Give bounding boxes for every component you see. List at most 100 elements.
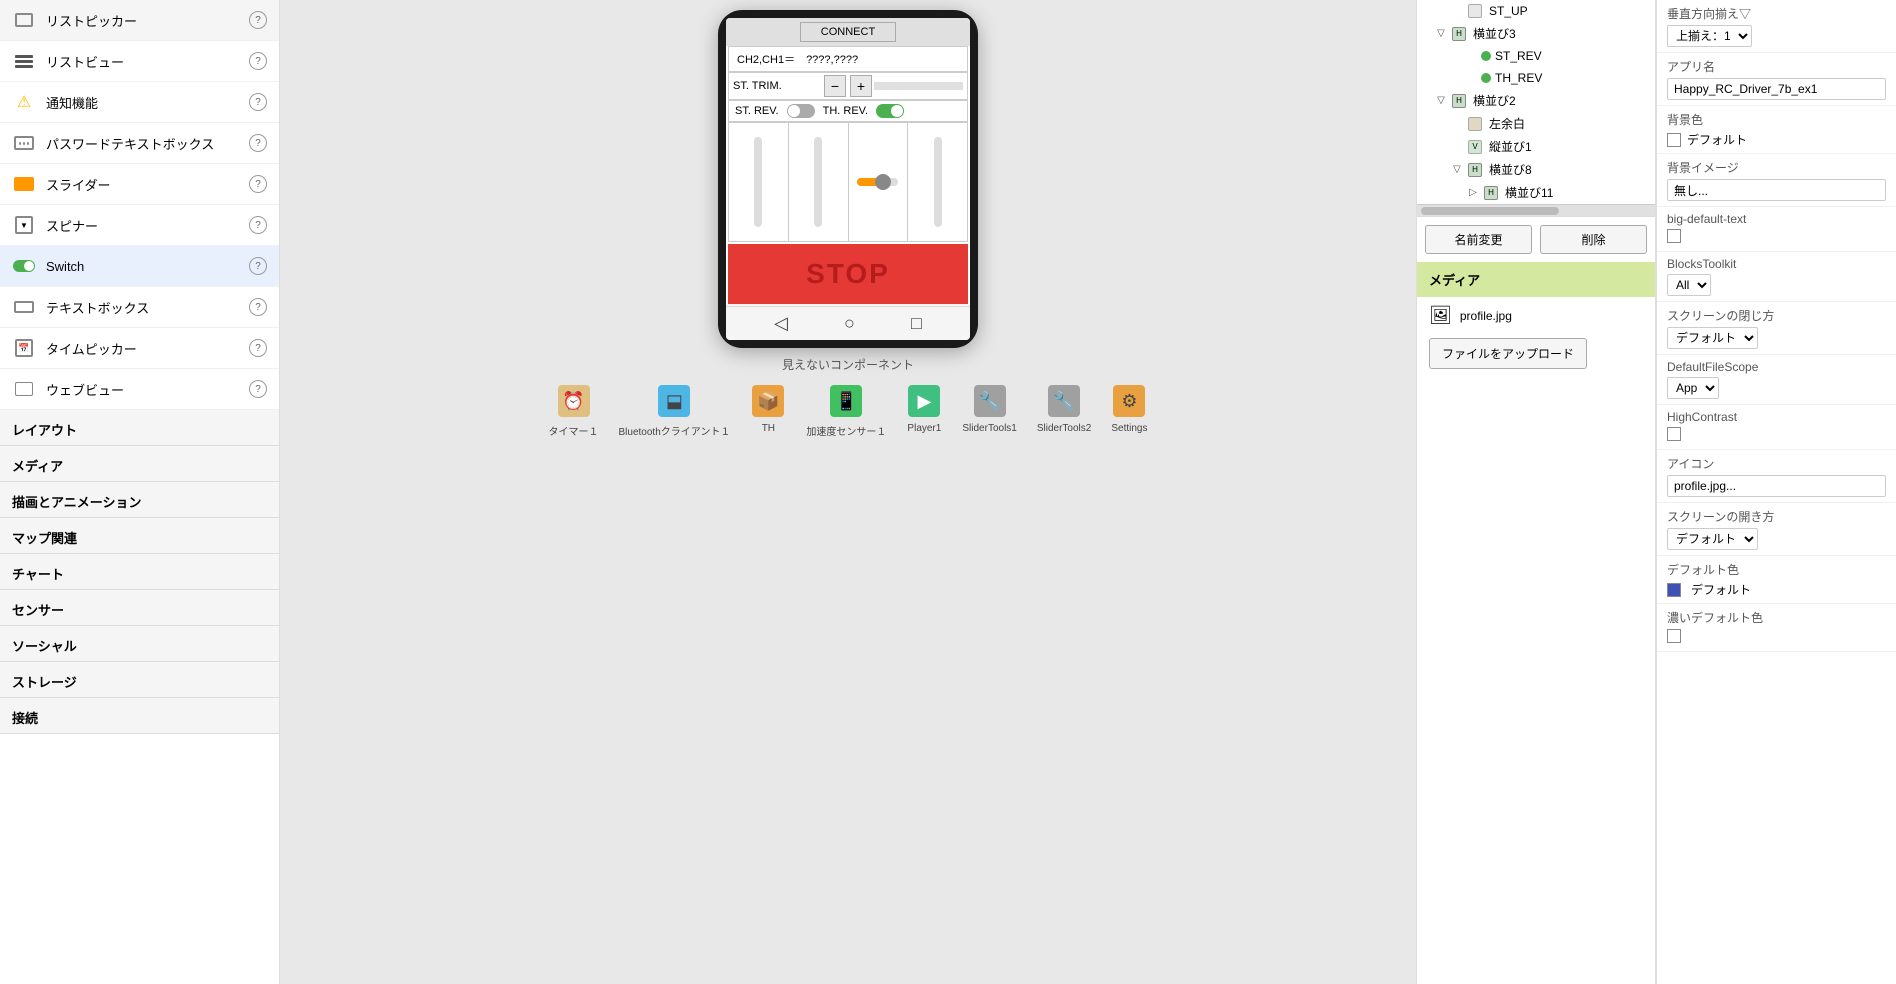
nav-back-icon[interactable]: ◁: [774, 313, 788, 334]
prop-input-app-name[interactable]: [1667, 78, 1886, 100]
prop-select-vertical-alignment[interactable]: 上揃え：1: [1667, 25, 1752, 47]
phone-screen: CONNECT CH2,CH1＝ ????,???? ST. TRIM. − +: [726, 18, 970, 340]
ch-label: CH2,CH1＝ ????,????: [737, 54, 858, 66]
prop-select-screen-open[interactable]: デフォルト: [1667, 528, 1758, 550]
tree-item-th-rev[interactable]: TH_REV: [1417, 67, 1655, 89]
prop-input-background-image[interactable]: [1667, 179, 1886, 201]
help-icon-list-picker[interactable]: ?: [249, 11, 267, 29]
prop-checkbox-background-color[interactable]: [1667, 133, 1681, 147]
help-icon-spinner[interactable]: ?: [249, 216, 267, 234]
inv-bluetooth1[interactable]: ⬓ Bluetoothクライアント１: [619, 383, 731, 438]
nav-home-icon[interactable]: ○: [844, 313, 855, 334]
sidebar-item-spinner[interactable]: ▼ スピナー ?: [0, 205, 279, 246]
help-icon-notification[interactable]: ?: [249, 93, 267, 111]
category-media[interactable]: メディア: [0, 446, 279, 482]
help-icon-webview[interactable]: ?: [249, 380, 267, 398]
delete-button[interactable]: 削除: [1540, 225, 1647, 254]
tree-item-horizontal8[interactable]: ▽ H 横並び8: [1417, 158, 1655, 181]
inv-settings[interactable]: ⚙ Settings: [1111, 383, 1147, 438]
media-title: メディア: [1429, 273, 1480, 288]
vertical-slider-3[interactable]: [934, 137, 942, 227]
tree-item-st-up[interactable]: ST_UP: [1417, 0, 1655, 22]
sidebar-item-notification[interactable]: ⚠ 通知機能 ?: [0, 82, 279, 123]
prop-checkbox-high-contrast[interactable]: [1667, 427, 1681, 441]
tree-scrollbar[interactable]: [1417, 204, 1655, 216]
tree-item-st-rev[interactable]: ST_REV: [1417, 45, 1655, 67]
tree-icon-horizontal3: H: [1449, 26, 1469, 42]
tree-item-horizontal11[interactable]: ▷ H 横並び11: [1417, 181, 1655, 204]
sidebar-item-switch[interactable]: Switch ?: [0, 246, 279, 287]
help-icon-list-view[interactable]: ?: [249, 52, 267, 70]
tree-toggle-horizontal2[interactable]: ▽: [1433, 93, 1449, 109]
category-drawing[interactable]: 描画とアニメーション: [0, 482, 279, 518]
inv-slidertools1[interactable]: 🔧 SliderTools1: [962, 383, 1016, 438]
tree-item-left-margin[interactable]: 左余白: [1417, 112, 1655, 135]
category-connectivity[interactable]: 接続: [0, 698, 279, 734]
sidebar-item-timepicker[interactable]: 📅 タイムピッカー ?: [0, 328, 279, 369]
trim-minus-button[interactable]: −: [824, 75, 846, 97]
tree-item-vertical1[interactable]: V 縦並び1: [1417, 135, 1655, 158]
tree-label-horizontal11: 横並び11: [1505, 184, 1553, 201]
help-icon-switch[interactable]: ?: [249, 257, 267, 275]
slider-col-4[interactable]: [908, 123, 967, 241]
tree-toggle-horizontal8[interactable]: ▽: [1449, 162, 1465, 178]
rename-button[interactable]: 名前変更: [1425, 225, 1532, 254]
slider-col-1[interactable]: [729, 123, 789, 241]
trim-plus-button[interactable]: +: [850, 75, 872, 97]
th-rev-toggle[interactable]: [876, 104, 904, 118]
prop-screen-open: スクリーンの開き方 デフォルト: [1657, 503, 1896, 556]
inv-accelerometer1[interactable]: 📱 加速度センサー１: [806, 383, 886, 438]
h-slider-thumb[interactable]: [875, 174, 891, 190]
help-icon-slider[interactable]: ?: [249, 175, 267, 193]
accelerometer1-icon: 📱: [828, 383, 864, 419]
slider-col-2[interactable]: [789, 123, 849, 241]
category-charts[interactable]: チャート: [0, 554, 279, 590]
category-maps[interactable]: マップ関連: [0, 518, 279, 554]
player1-icon: ▶: [906, 383, 942, 419]
connect-button[interactable]: CONNECT: [800, 22, 896, 42]
h-slider-track[interactable]: [857, 178, 898, 186]
category-social[interactable]: ソーシャル: [0, 626, 279, 662]
tree-label-st-rev: ST_REV: [1495, 49, 1542, 63]
webview-icon: [12, 377, 36, 401]
sidebar-item-password-textbox[interactable]: パスワードテキストボックス ?: [0, 123, 279, 164]
inv-timer1[interactable]: ⏰ タイマー１: [549, 383, 599, 438]
category-sensors[interactable]: センサー: [0, 590, 279, 626]
sidebar-item-webview[interactable]: ウェブビュー ?: [0, 369, 279, 410]
vertical-slider-1[interactable]: [754, 137, 762, 227]
tree-item-horizontal2[interactable]: ▽ H 横並び2: [1417, 89, 1655, 112]
tree-toggle-horizontal3[interactable]: ▽: [1433, 26, 1449, 42]
help-icon-textbox[interactable]: ?: [249, 298, 267, 316]
prop-app-name: アプリ名: [1657, 53, 1896, 106]
inv-slidertools2[interactable]: 🔧 SliderTools2: [1037, 383, 1091, 438]
inv-th[interactable]: 📦 TH: [750, 383, 786, 438]
nav-recent-icon[interactable]: □: [911, 313, 922, 334]
tree-toggle-horizontal11[interactable]: ▷: [1465, 185, 1481, 201]
inv-player1[interactable]: ▶ Player1: [906, 383, 942, 438]
media-file-item[interactable]: 🖼 profile.jpg: [1417, 297, 1655, 334]
prop-select-blocks-toolkit[interactable]: All: [1667, 274, 1711, 296]
horizontal-slider-wrapper[interactable]: [851, 178, 904, 186]
prop-select-screen-close[interactable]: デフォルト: [1667, 327, 1758, 349]
prop-input-icon[interactable]: [1667, 475, 1886, 497]
prop-checkbox-dark-default[interactable]: [1667, 629, 1681, 643]
vertical-slider-2[interactable]: [814, 137, 822, 227]
tree-toggle-st-rev: [1465, 48, 1481, 64]
stop-button[interactable]: STOP: [728, 244, 968, 304]
tree-item-horizontal3[interactable]: ▽ H 横並び3: [1417, 22, 1655, 45]
sidebar-item-textbox[interactable]: テキストボックス ?: [0, 287, 279, 328]
st-rev-toggle[interactable]: [787, 104, 815, 118]
category-storage[interactable]: ストレージ: [0, 662, 279, 698]
sidebar-item-slider[interactable]: スライダー ?: [0, 164, 279, 205]
prop-color-box-default[interactable]: [1667, 583, 1681, 597]
slider-col-3[interactable]: [849, 123, 909, 241]
help-icon-password[interactable]: ?: [249, 134, 267, 152]
prop-select-default-file-scope[interactable]: App: [1667, 377, 1719, 399]
sidebar-item-list-view[interactable]: リストビュー ?: [0, 41, 279, 82]
upload-button[interactable]: ファイルをアップロード: [1429, 338, 1587, 369]
prop-checkbox-big-default-text[interactable]: [1667, 229, 1681, 243]
category-layout[interactable]: レイアウト: [0, 410, 279, 446]
sidebar-item-list-picker[interactable]: リストピッカー ?: [0, 0, 279, 41]
help-icon-timepicker[interactable]: ?: [249, 339, 267, 357]
slidertools2-label: SliderTools2: [1037, 423, 1091, 434]
